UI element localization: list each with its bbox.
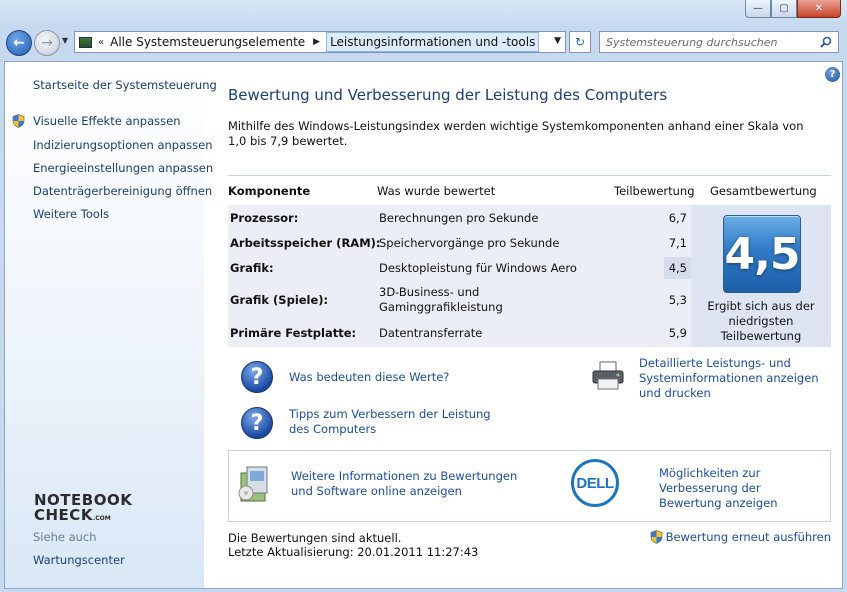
table-top-rule	[228, 175, 831, 176]
header-component: Komponente	[228, 184, 311, 198]
row-score-graphics: 4,5	[664, 257, 691, 279]
refresh-button[interactable]: ↻	[569, 31, 591, 53]
link-what-do-values-mean[interactable]: Was bedeuten diese Werte?	[289, 370, 449, 385]
row-desc-processor: Berechnungen pro Sekunde	[379, 211, 539, 225]
sidebar-item-advanced-tools[interactable]: Weitere Tools	[33, 207, 109, 221]
sidebar-item-action-center[interactable]: Wartungscenter	[33, 553, 125, 567]
minimize-button[interactable]: —	[745, 0, 771, 18]
row-label-memory: Arbeitsspeicher (RAM):	[230, 236, 381, 250]
row-label-processor: Prozessor:	[230, 211, 299, 225]
row-score-hard-disk: 5,9	[668, 326, 687, 340]
back-button[interactable]: ←	[6, 30, 32, 56]
logo-line2: CHECK.COM	[34, 506, 111, 524]
base-score-caption: Ergibt sich aus der niedrigsten Teilbewe…	[707, 299, 815, 343]
window-controls: — ▢ ✕	[745, 0, 841, 18]
tips-question-icon: ?	[241, 407, 273, 439]
row-desc-graphics: Desktopleistung für Windows Aero	[379, 261, 577, 275]
sidebar-item-control-panel-home[interactable]: Startseite der Systemsteuerung	[33, 78, 217, 92]
row-score-processor: 6,7	[668, 211, 687, 225]
control-panel-icon	[79, 36, 92, 48]
printer-icon	[592, 361, 624, 390]
rerun-assessment-label[interactable]: Bewertung erneut ausführen	[666, 530, 831, 544]
base-score-panel: 4,5 Ergibt sich aus der niedrigsten Teil…	[691, 205, 831, 347]
breadcrumb-performance-tools[interactable]: Leistungsinformationen und -tools	[326, 32, 540, 52]
row-desc-memory: Speichervorgänge pro Sekunde	[379, 236, 560, 250]
search-input[interactable]	[606, 32, 816, 52]
link-improve-tips[interactable]: Tipps zum Verbessern der Leistung des Co…	[289, 407, 504, 437]
sidebar-item-visual-effects[interactable]: Visuelle Effekte anpassen	[33, 114, 180, 128]
title-bar: — ▢ ✕	[0, 0, 847, 28]
task-pane: Startseite der Systemsteuerung Visuelle …	[5, 62, 217, 588]
rerun-assessment-link[interactable]: Bewertung erneut ausführen	[650, 530, 831, 544]
shield-icon	[12, 114, 25, 128]
close-button[interactable]: ✕	[797, 0, 841, 18]
address-dropdown-icon[interactable]: ▼	[554, 36, 561, 46]
row-label-hard-disk: Primäre Festplatte:	[230, 326, 357, 340]
base-score-badge: 4,5	[723, 215, 801, 293]
search-icon[interactable]	[820, 36, 832, 48]
forward-button[interactable]: →	[34, 30, 60, 56]
assessment-status: Die Bewertungen sind aktuell. Letzte Akt…	[228, 531, 478, 559]
status-last-update: Letzte Aktualisierung: 20.01.2011 11:27:…	[228, 545, 479, 559]
breadcrumb-separator[interactable]: ▶	[313, 37, 320, 47]
navigation-bar: ← → ▼ « Alle Systemsteuerungselemente ▶ …	[0, 28, 847, 58]
sidebar-item-disk-cleanup[interactable]: Datenträgerbereinigung öffnen	[33, 184, 212, 198]
link-detailed-info[interactable]: Detaillierte Leistungs- und Systeminform…	[639, 356, 839, 401]
row-label-gaming-graphics: Grafik (Spiele):	[230, 293, 329, 307]
help-icon[interactable]: ?	[825, 67, 840, 82]
software-box-icon	[238, 466, 268, 502]
dell-logo-icon: DELL	[571, 459, 619, 507]
status-current: Die Bewertungen sind aktuell.	[228, 531, 402, 545]
score-table: Prozessor: Berechnungen pro Sekunde 6,7 …	[228, 205, 831, 347]
search-box[interactable]	[599, 31, 839, 53]
help-question-icon: ?	[241, 361, 273, 393]
breadcrumb-all-control-panel-items[interactable]: Alle Systemsteuerungselemente	[110, 35, 305, 49]
page-title: Bewertung und Verbesserung der Leistung …	[228, 86, 668, 104]
breadcrumb-overflow[interactable]: «	[98, 37, 104, 48]
sidebar-item-power-settings[interactable]: Energieeinstellungen anpassen	[33, 161, 213, 175]
notebookcheck-watermark: NOTEBOOK CHECK.COM	[34, 493, 132, 526]
maximize-button[interactable]: ▢	[771, 0, 797, 18]
content-frame: Startseite der Systemsteuerung Visuelle …	[4, 61, 843, 589]
info-box: Weitere Informationen zu Bewertungen und…	[228, 450, 831, 522]
row-desc-hard-disk: Datentransferrate	[379, 326, 483, 340]
recent-pages-dropdown[interactable]: ▼	[62, 36, 68, 45]
row-desc-gaming-graphics: 3D-Business- und Gaminggrafikleistung	[379, 285, 503, 314]
see-also-heading: Siehe auch	[33, 530, 97, 544]
shield-icon	[650, 530, 662, 544]
header-assessed: Was wurde bewertet	[377, 184, 496, 198]
address-bar[interactable]: « Alle Systemsteuerungselemente ▶ Leistu…	[74, 31, 566, 53]
row-score-gaming-graphics: 5,3	[668, 293, 687, 307]
row-label-graphics: Grafik:	[230, 261, 274, 275]
page-description: Mithilfe des Windows-Leistungsindex werd…	[228, 119, 804, 148]
link-oem-improvement[interactable]: Möglichkeiten zur Verbesserung der Bewer…	[659, 466, 824, 511]
sidebar-item-indexing-options[interactable]: Indizierungsoptionen anpassen	[33, 138, 213, 152]
header-basescore: Gesamtbewertung	[710, 184, 817, 198]
row-score-memory: 7,1	[668, 236, 687, 250]
main-content: ? Bewertung und Verbesserung der Leistun…	[204, 62, 842, 588]
link-more-info-online[interactable]: Weitere Informationen zu Bewertungen und…	[291, 469, 521, 499]
header-subscore: Teilbewertung	[614, 184, 695, 198]
